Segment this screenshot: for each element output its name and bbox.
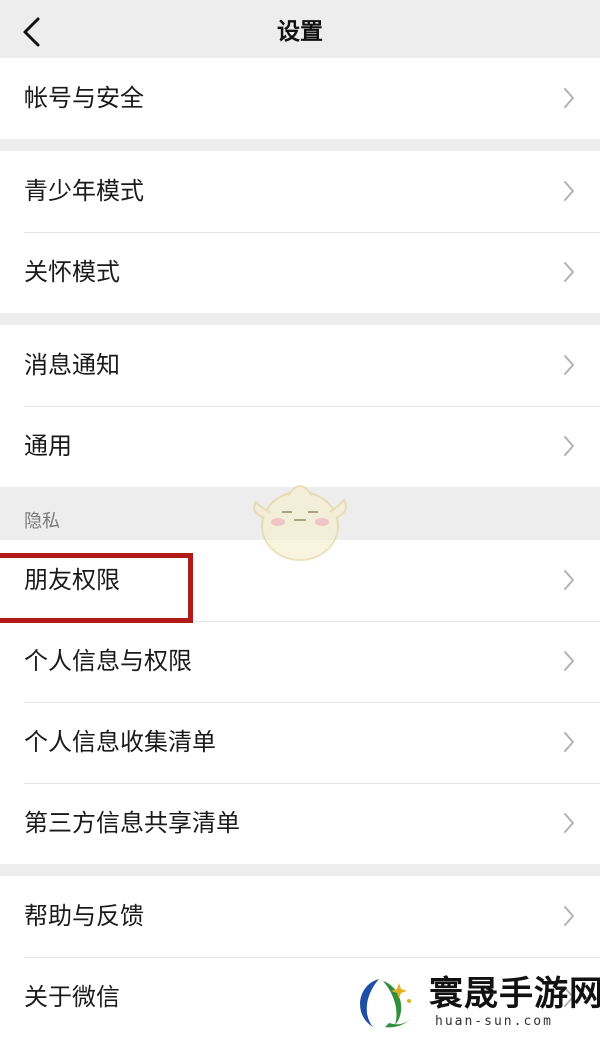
settings-item-label: 个人信息收集清单 — [24, 728, 216, 756]
settings-group-account: 帐号与安全 — [0, 58, 600, 139]
chevron-right-icon — [564, 813, 574, 833]
site-watermark-name: 寰晟手游网 — [429, 974, 600, 1014]
settings-item-label: 个人信息与权限 — [24, 647, 192, 675]
settings-item-label: 帐号与安全 — [24, 84, 144, 112]
chevron-right-icon — [564, 906, 574, 926]
settings-item-account-security[interactable]: 帐号与安全 — [0, 58, 600, 139]
mascot-watermark-icon — [253, 485, 347, 561]
settings-item-teen-mode[interactable]: 青少年模式 — [0, 151, 600, 232]
settings-item-label: 通用 — [24, 432, 72, 460]
settings-item-label: 第三方信息共享清单 — [24, 809, 240, 837]
site-watermark-url: huan-sun.com — [435, 1014, 553, 1029]
settings-item-label: 消息通知 — [24, 351, 120, 379]
settings-item-label: 关于微信 — [24, 983, 120, 1011]
settings-group-general: 消息通知 通用 — [0, 325, 600, 487]
chevron-right-icon — [564, 88, 574, 108]
settings-item-notifications[interactable]: 消息通知 — [0, 325, 600, 406]
settings-item-third-party-sharing[interactable]: 第三方信息共享清单 — [0, 783, 600, 864]
settings-item-label: 关怀模式 — [24, 258, 120, 286]
settings-item-help-feedback[interactable]: 帮助与反馈 — [0, 876, 600, 957]
section-header-privacy: 隐私 — [24, 511, 60, 532]
settings-item-personal-info-permissions[interactable]: 个人信息与权限 — [0, 621, 600, 702]
site-watermark: 寰晟手游网 huan-sun.com — [345, 972, 600, 1034]
chevron-right-icon — [564, 436, 574, 456]
site-logo-icon — [360, 979, 411, 1028]
highlight-box — [0, 553, 193, 623]
settings-group-modes: 青少年模式 关怀模式 — [0, 151, 600, 313]
chevron-right-icon — [564, 262, 574, 282]
settings-item-personal-info-collection[interactable]: 个人信息收集清单 — [0, 702, 600, 783]
page-title: 设置 — [277, 19, 323, 45]
nav-bar: 设置 — [0, 0, 600, 64]
settings-item-label: 青少年模式 — [24, 177, 144, 205]
chevron-right-icon — [564, 181, 574, 201]
settings-item-label: 帮助与反馈 — [24, 902, 144, 930]
chevron-right-icon — [564, 732, 574, 752]
chevron-right-icon — [564, 651, 574, 671]
chevron-right-icon — [564, 570, 574, 590]
settings-item-care-mode[interactable]: 关怀模式 — [0, 232, 600, 313]
chevron-right-icon — [564, 355, 574, 375]
